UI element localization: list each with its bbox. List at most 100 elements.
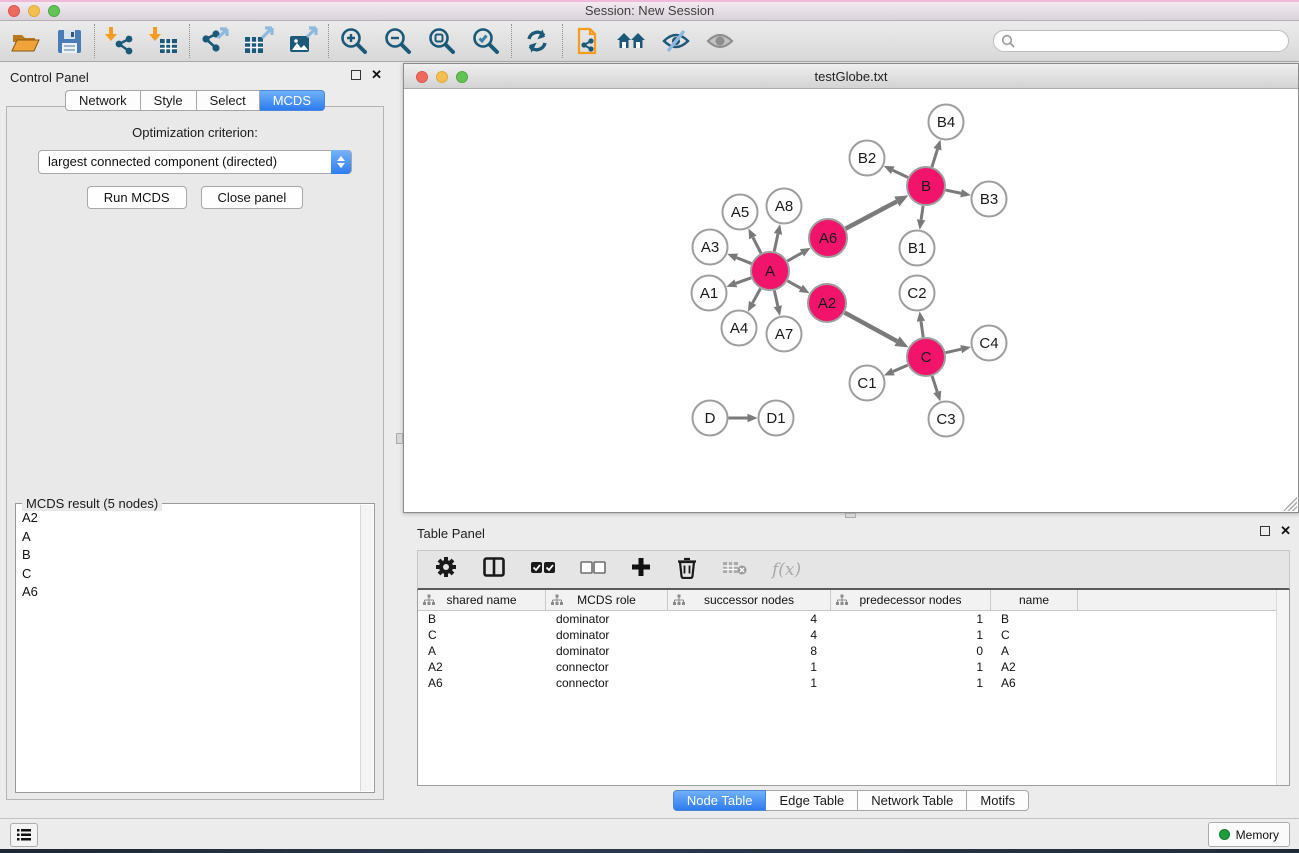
window-resize-grip[interactable] — [1283, 497, 1297, 511]
float-table-panel-icon[interactable] — [1260, 526, 1270, 536]
table-row[interactable]: A6connector11A6 — [418, 675, 1289, 691]
table-cell[interactable]: 4 — [668, 611, 831, 627]
tab-network-table[interactable]: Network Table — [858, 790, 967, 811]
graph-node-B[interactable]: B — [907, 167, 945, 205]
table-cell[interactable]: connector — [546, 659, 668, 675]
table-row[interactable]: Bdominator41B — [418, 611, 1289, 627]
graph-node-A3[interactable]: A3 — [693, 230, 728, 265]
table-cell[interactable]: 1 — [831, 627, 991, 643]
zoom-in-icon[interactable] — [337, 24, 371, 58]
tab-select[interactable]: Select — [197, 90, 260, 111]
column-header-name[interactable]: name — [991, 590, 1078, 610]
show-graphics-details-icon[interactable] — [703, 24, 737, 58]
table-cell[interactable]: 1 — [668, 675, 831, 691]
tab-style[interactable]: Style — [141, 90, 197, 111]
memory-button[interactable]: Memory — [1208, 822, 1290, 847]
table-cell[interactable]: 1 — [831, 675, 991, 691]
create-column-icon[interactable] — [630, 556, 652, 583]
table-row[interactable]: Adominator80A — [418, 643, 1289, 659]
table-cell[interactable]: dominator — [546, 627, 668, 643]
table-cell[interactable]: connector — [546, 675, 668, 691]
mcds-result-item[interactable]: A — [17, 529, 360, 548]
graph-node-D1[interactable]: D1 — [759, 401, 794, 436]
close-panel-button[interactable]: Close panel — [201, 186, 304, 209]
refresh-icon[interactable] — [520, 24, 554, 58]
tab-edge-table[interactable]: Edge Table — [766, 790, 858, 811]
float-panel-icon[interactable] — [351, 70, 361, 80]
tab-motifs[interactable]: Motifs — [967, 790, 1029, 811]
table-cell[interactable]: 1 — [668, 659, 831, 675]
tab-mcds[interactable]: MCDS — [260, 90, 325, 111]
graph-node-B3[interactable]: B3 — [972, 182, 1007, 217]
graph-node-A8[interactable]: A8 — [767, 189, 802, 224]
graph-node-A1[interactable]: A1 — [692, 276, 727, 311]
mcds-result-item[interactable]: A2 — [17, 510, 360, 529]
table-cell[interactable]: 1 — [831, 659, 991, 675]
table-cell[interactable]: A6 — [418, 675, 546, 691]
table-cell[interactable]: 1 — [831, 611, 991, 627]
graph-node-A2[interactable]: A2 — [808, 284, 846, 322]
column-header-mcds-role[interactable]: MCDS role — [546, 590, 668, 610]
deselect-all-checkboxes-icon[interactable] — [580, 558, 606, 581]
graph-node-C1[interactable]: C1 — [850, 366, 885, 401]
zoom-selected-icon[interactable] — [469, 24, 503, 58]
graph-node-A5[interactable]: A5 — [723, 195, 758, 230]
table-row[interactable]: A2connector11A2 — [418, 659, 1289, 675]
table-options-gear-icon[interactable] — [434, 555, 458, 584]
export-table-icon[interactable] — [242, 24, 276, 58]
table-cell[interactable]: 4 — [668, 627, 831, 643]
table-cell[interactable]: A — [418, 643, 546, 659]
table-cell[interactable]: A6 — [991, 675, 1078, 691]
delete-columns-icon[interactable] — [676, 555, 698, 584]
criterion-dropdown[interactable]: largest connected component (directed) — [38, 150, 352, 174]
import-table-icon[interactable] — [147, 24, 181, 58]
table-cell[interactable]: B — [418, 611, 546, 627]
close-table-panel-icon[interactable]: ✕ — [1280, 526, 1291, 536]
graph-node-C4[interactable]: C4 — [972, 326, 1007, 361]
graph-node-A6[interactable]: A6 — [809, 219, 847, 257]
graph-node-B2[interactable]: B2 — [850, 141, 885, 176]
table-cell[interactable]: B — [991, 611, 1078, 627]
graph-node-B4[interactable]: B4 — [929, 105, 964, 140]
save-session-icon[interactable] — [52, 24, 86, 58]
network-canvas[interactable]: B4B2BB3A8A5A6A3B1AA1C2A2A4A7C4CC1C3DD1 — [404, 89, 1298, 512]
mcds-result-item[interactable]: A6 — [17, 584, 360, 603]
import-network-icon[interactable] — [103, 24, 137, 58]
mcds-result-item[interactable]: B — [17, 547, 360, 566]
graph-node-A[interactable]: A — [751, 252, 789, 290]
table-cell[interactable]: dominator — [546, 611, 668, 627]
mcds-result-item[interactable]: C — [17, 566, 360, 585]
export-image-icon[interactable] — [286, 24, 320, 58]
close-panel-icon[interactable]: ✕ — [371, 70, 382, 80]
zoom-out-icon[interactable] — [381, 24, 415, 58]
task-history-button[interactable] — [10, 823, 38, 847]
mcds-result-list[interactable]: A2ABCA6 — [17, 510, 360, 791]
network-from-file-icon[interactable] — [571, 24, 605, 58]
dropdown-stepper-icon[interactable] — [331, 150, 351, 174]
table-cell[interactable]: C — [991, 627, 1078, 643]
table-scrollbar[interactable] — [1276, 590, 1289, 785]
graph-node-C2[interactable]: C2 — [900, 276, 935, 311]
table-cell[interactable]: 8 — [668, 643, 831, 659]
table-cell[interactable]: 0 — [831, 643, 991, 659]
run-mcds-button[interactable]: Run MCDS — [87, 186, 187, 209]
column-header-shared-name[interactable]: shared name — [418, 590, 546, 610]
tab-network[interactable]: Network — [65, 90, 141, 111]
mcds-list-scrollbar[interactable] — [360, 505, 373, 791]
graph-node-C3[interactable]: C3 — [929, 402, 964, 437]
table-cell[interactable]: A — [991, 643, 1078, 659]
graph-node-C[interactable]: C — [907, 338, 945, 376]
open-session-icon[interactable] — [8, 24, 42, 58]
graph-node-D[interactable]: D — [693, 401, 728, 436]
graph-node-B1[interactable]: B1 — [900, 231, 935, 266]
column-header-successor-nodes[interactable]: successor nodes — [668, 590, 831, 610]
graph-node-A7[interactable]: A7 — [767, 317, 802, 352]
home-overview-icon[interactable] — [615, 24, 649, 58]
table-cell[interactable]: dominator — [546, 643, 668, 659]
table-cell[interactable]: C — [418, 627, 546, 643]
table-cell[interactable]: A2 — [418, 659, 546, 675]
splitter-grip-vertical[interactable] — [396, 433, 403, 444]
zoom-fit-icon[interactable] — [425, 24, 459, 58]
search-input[interactable] — [993, 30, 1289, 52]
hide-graphics-details-icon[interactable] — [659, 24, 693, 58]
